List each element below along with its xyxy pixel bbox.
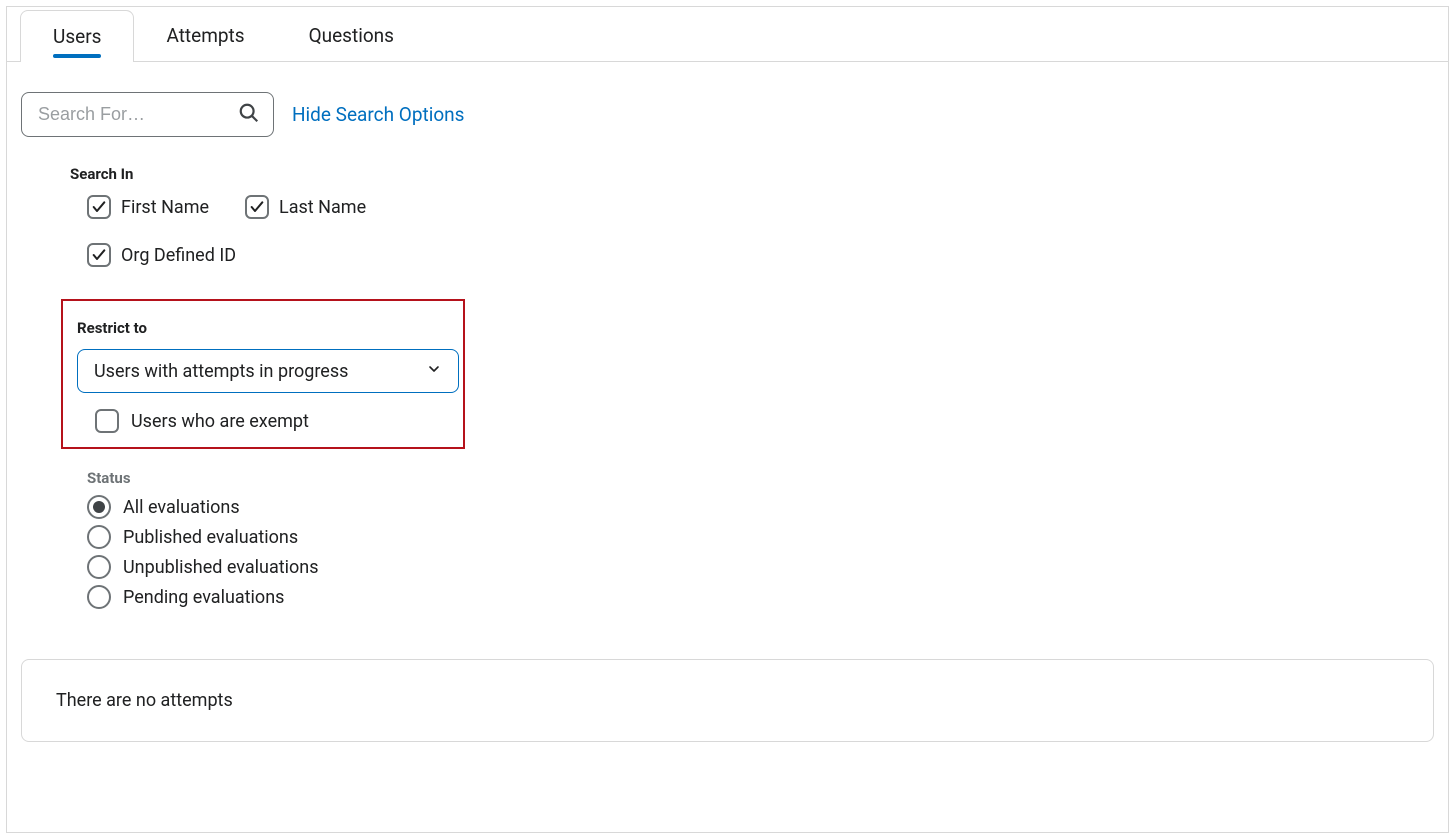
- message-text: There are no attempts: [56, 690, 233, 711]
- search-wrapper: [21, 92, 274, 137]
- search-in-title: Search In: [70, 165, 1434, 183]
- radio-label: Pending evaluations: [123, 587, 284, 608]
- checkbox-last-name[interactable]: [245, 195, 269, 219]
- radio-label: Published evaluations: [123, 527, 298, 548]
- checkbox-label: Org Defined ID: [121, 245, 236, 266]
- restrict-to-select[interactable]: Users with attempts in progress: [77, 349, 459, 393]
- radio-pending-evaluations-row: Pending evaluations: [87, 585, 1434, 609]
- checkbox-exempt[interactable]: [95, 409, 119, 433]
- restrict-to-section: Restrict to Users with attempts in progr…: [61, 299, 465, 449]
- radio-all-evaluations-row: All evaluations: [87, 495, 1434, 519]
- checkbox-first-name[interactable]: [87, 195, 111, 219]
- radio-label: Unpublished evaluations: [123, 557, 319, 578]
- status-title: Status: [87, 469, 1434, 487]
- checkbox-org-id[interactable]: [87, 243, 111, 267]
- tab-questions[interactable]: Questions: [277, 10, 426, 61]
- search-in-row1: First Name Last Name: [87, 195, 1434, 243]
- exempt-row: Users who are exempt: [95, 409, 449, 433]
- checkbox-label: Last Name: [279, 197, 366, 218]
- select-value: Users with attempts in progress: [94, 361, 348, 382]
- hide-search-options-link[interactable]: Hide Search Options: [292, 103, 464, 126]
- status-options: All evaluations Published evaluations Un…: [87, 495, 1434, 609]
- panel-frame: Users Attempts Questions Hide Search Opt…: [6, 6, 1449, 833]
- radio-unpublished-evaluations-row: Unpublished evaluations: [87, 555, 1434, 579]
- search-in-row2: Org Defined ID: [87, 243, 1434, 291]
- checkbox-label: First Name: [121, 197, 209, 218]
- radio-published-evaluations[interactable]: [87, 525, 111, 549]
- no-attempts-message: There are no attempts: [21, 659, 1434, 742]
- radio-label: All evaluations: [123, 497, 240, 518]
- checkbox-first-name-group: First Name: [87, 195, 209, 219]
- tab-attempts[interactable]: Attempts: [134, 10, 276, 61]
- tab-users[interactable]: Users: [20, 10, 134, 62]
- checkbox-org-id-group: Org Defined ID: [87, 243, 236, 267]
- checkbox-label: Users who are exempt: [131, 411, 309, 432]
- tab-label: Users: [53, 25, 101, 48]
- radio-unpublished-evaluations[interactable]: [87, 555, 111, 579]
- tab-label: Attempts: [166, 24, 244, 47]
- tab-bar: Users Attempts Questions: [7, 7, 1448, 62]
- checkbox-last-name-group: Last Name: [245, 195, 366, 219]
- chevron-down-icon: [426, 361, 442, 382]
- status-section: Status All evaluations Published evaluat…: [21, 469, 1434, 609]
- search-row: Hide Search Options: [21, 92, 1434, 137]
- search-input[interactable]: [21, 92, 274, 137]
- restrict-to-title: Restrict to: [77, 319, 449, 337]
- radio-all-evaluations[interactable]: [87, 495, 111, 519]
- tab-label: Questions: [309, 24, 394, 47]
- radio-pending-evaluations[interactable]: [87, 585, 111, 609]
- search-in-section: Search In First Name Last Name: [21, 165, 1434, 291]
- radio-published-evaluations-row: Published evaluations: [87, 525, 1434, 549]
- content-area: Hide Search Options Search In First Name…: [7, 62, 1448, 762]
